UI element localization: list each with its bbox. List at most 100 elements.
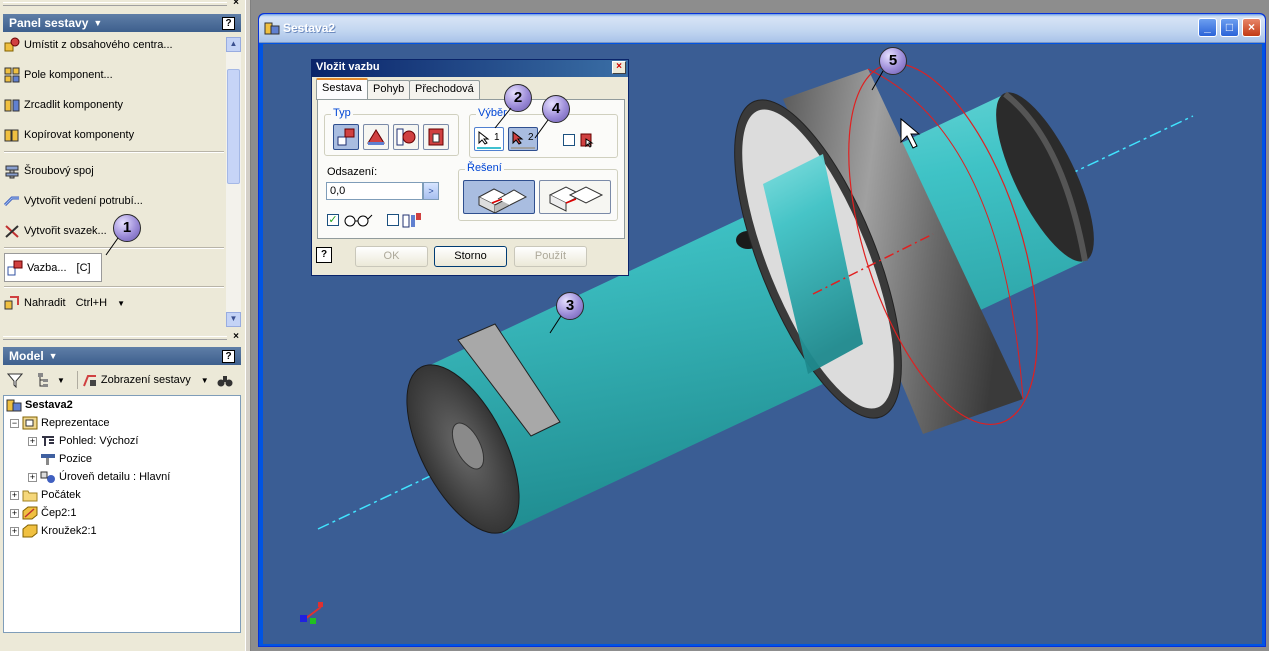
callout-number: 3 — [565, 297, 575, 314]
tree-node-pin[interactable]: + Čep2:1 — [10, 504, 76, 522]
dialog-help-button[interactable]: ? — [316, 247, 332, 263]
tree-node-view[interactable]: + Pohled: Výchozí — [28, 432, 139, 450]
callout-5: 5 — [879, 47, 907, 75]
item-label: Zrcadlit komponenty — [24, 99, 124, 111]
apply-button[interactable]: Použít — [514, 246, 587, 267]
tree-node-label: Úroveň detailu : Hlavní — [59, 471, 171, 483]
tree-node-label: Reprezentace — [41, 417, 110, 429]
panel-header[interactable]: Panel sestavy ▼ ? — [3, 14, 241, 32]
item-label: Pole komponent... — [24, 69, 113, 81]
tree-node-ring[interactable]: + Kroužek2:1 — [10, 522, 97, 540]
tab-label: Pohyb — [373, 83, 405, 95]
tab-assembly[interactable]: Sestava — [316, 78, 368, 100]
glasses-icon — [343, 213, 373, 230]
tree-node-origin[interactable]: + Počátek — [10, 486, 81, 504]
first-selection-button[interactable]: 1 — [474, 127, 504, 151]
mirror-components-button[interactable]: Zrcadlit komponenty — [4, 94, 123, 116]
help-icon[interactable]: ? — [222, 349, 235, 363]
tab-panel: Typ Výběr 1 2 Odsazení: 0,0 > ✓ Řešení — [317, 99, 625, 239]
button-label: Použít — [534, 250, 567, 262]
pattern-component-button[interactable]: Pole komponent... — [4, 64, 113, 86]
minimize-button[interactable]: _ — [1198, 18, 1217, 37]
tree-view-icon[interactable] — [37, 372, 53, 388]
flush-solution-button[interactable] — [539, 180, 611, 214]
scroll-up-icon[interactable]: ▲ — [226, 37, 241, 52]
offset-field[interactable] — [326, 182, 423, 200]
show-preview-checkbox[interactable]: ✓ — [327, 214, 339, 226]
chevron-down-icon[interactable]: ▼ — [49, 351, 58, 361]
mate-solution-button[interactable] — [463, 180, 535, 214]
model-close-icon[interactable]: × — [233, 331, 239, 342]
solution-group: Řešení — [458, 162, 618, 221]
offset-arrow-button[interactable]: > — [423, 182, 439, 200]
tree-node-lod[interactable]: + Úroveň detailu : Hlavní — [28, 468, 170, 486]
maximize-button[interactable]: □ — [1220, 18, 1239, 37]
copy-components-button[interactable]: Kopírovat komponenty — [4, 124, 134, 146]
expand-icon[interactable]: + — [28, 436, 37, 446]
ok-button[interactable]: OK — [355, 246, 428, 267]
constraint-button[interactable]: Vazba... [C] — [4, 253, 102, 282]
create-harness-button[interactable]: Vytvořit svazek... — [4, 220, 107, 242]
model-grip-bar[interactable]: × — [3, 331, 241, 342]
tree-node-representations[interactable]: − Reprezentace — [10, 414, 110, 432]
create-route-button[interactable]: Vytvořit vedení potrubí... — [3, 190, 143, 212]
pick-part-first-checkbox[interactable] — [563, 134, 575, 146]
predict-offset-checkbox[interactable] — [387, 214, 399, 226]
dialog-close-button[interactable]: × — [612, 61, 626, 74]
expand-icon[interactable]: + — [10, 526, 19, 536]
tab-motion[interactable]: Pohyb — [367, 80, 411, 99]
item-label: Šroubový spoj — [24, 165, 94, 177]
panel-close-icon[interactable]: × — [233, 0, 239, 8]
expand-icon[interactable]: + — [10, 490, 19, 500]
window-titlebar[interactable]: Sestava2 _ □ × — [259, 14, 1265, 43]
bolted-connection-button[interactable]: Šroubový spoj — [4, 160, 94, 182]
angle-constraint-button[interactable] — [363, 124, 389, 150]
model-tree[interactable]: Sestava2 − Reprezentace + Pohled: Výchoz… — [3, 395, 241, 633]
chevron-down-icon[interactable]: ▼ — [93, 18, 102, 28]
expand-icon[interactable]: + — [10, 508, 19, 518]
callout-number: 1 — [122, 219, 132, 236]
help-icon[interactable]: ? — [222, 16, 235, 30]
panel-grip-bar[interactable]: × — [3, 0, 241, 8]
constraint-icon — [7, 260, 23, 276]
mate-constraint-button[interactable] — [333, 124, 359, 150]
dialog-titlebar[interactable]: Vložit vazbu — [312, 60, 628, 77]
bolt-icon — [4, 163, 20, 179]
callout-4: 4 — [542, 95, 570, 123]
tab-transitional[interactable]: Přechodová — [409, 80, 480, 99]
panel-scrollbar[interactable]: ▲ ▼ — [226, 37, 241, 327]
shortcut-label: Ctrl+H — [75, 297, 108, 309]
dropdown-arrow-icon[interactable]: ▼ — [201, 376, 209, 385]
callout-number: 5 — [888, 52, 898, 69]
replace-button[interactable]: Nahradit Ctrl+H ▼ — [4, 292, 125, 314]
model-title: Model — [9, 349, 44, 363]
insert-constraint-button[interactable] — [423, 124, 449, 150]
tangent-constraint-button[interactable] — [393, 124, 419, 150]
close-button[interactable]: × — [1242, 18, 1261, 37]
filter-icon[interactable] — [6, 372, 24, 389]
binoculars-icon[interactable] — [217, 372, 233, 388]
place-from-content-center-button[interactable]: Umístit z obsahového centra... — [4, 34, 173, 56]
item-label: Vazba... — [27, 261, 67, 274]
type-group: Typ — [324, 107, 459, 156]
expand-icon[interactable]: + — [28, 472, 37, 482]
model-header[interactable]: Model ▼ ? — [3, 347, 241, 365]
copy-icon — [4, 127, 20, 143]
tree-node-root[interactable]: Sestava2 — [6, 396, 73, 414]
scroll-thumb[interactable] — [227, 69, 240, 184]
assembly-view-icon[interactable] — [82, 372, 98, 388]
tree-node-position[interactable]: Pozice — [40, 450, 92, 468]
collapse-icon[interactable]: − — [10, 418, 19, 428]
selection-index: 1 — [494, 132, 500, 143]
harness-icon — [4, 223, 20, 239]
divider — [4, 247, 224, 249]
item-label: Vytvořit svazek... — [24, 225, 107, 237]
view-selector-label[interactable]: Zobrazení sestavy — [101, 374, 191, 386]
tree-node-label: Počátek — [41, 489, 81, 501]
second-selection-button[interactable]: 2 — [508, 127, 538, 151]
lod-icon — [40, 470, 56, 484]
cancel-button[interactable]: Storno — [434, 246, 507, 267]
scroll-down-icon[interactable]: ▼ — [226, 312, 241, 327]
dropdown-arrow-icon[interactable]: ▼ — [57, 376, 65, 385]
dropdown-arrow-icon[interactable]: ▼ — [117, 299, 125, 308]
